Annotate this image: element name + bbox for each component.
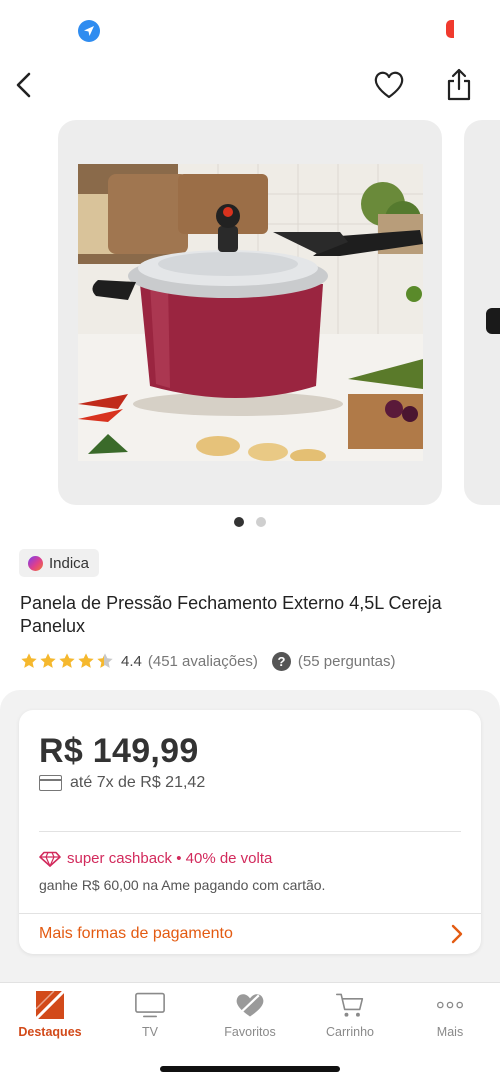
tab-label: Favoritos	[224, 1025, 276, 1039]
product-photo	[78, 164, 423, 461]
indica-icon	[28, 555, 43, 571]
more-payment-options-button[interactable]: Mais formas de pagamento	[19, 913, 481, 954]
product-photo-next	[486, 308, 500, 334]
rating-stars[interactable]	[20, 652, 114, 670]
top-nav-bar	[0, 60, 500, 110]
back-button[interactable]	[10, 68, 40, 102]
location-arrow-icon	[78, 20, 100, 42]
product-image-carousel[interactable]	[0, 120, 500, 510]
credit-card-icon	[39, 775, 62, 791]
status-bar	[0, 0, 500, 60]
tab-carrinho[interactable]: Carrinho	[300, 983, 400, 1053]
carousel-pagination	[0, 517, 500, 527]
installments-text: até 7x de R$ 21,42	[70, 774, 206, 791]
star-icon	[59, 653, 75, 668]
question-icon: ?	[271, 651, 291, 671]
tab-tv[interactable]: TV	[100, 983, 200, 1053]
tab-favoritos[interactable]: Favoritos	[200, 983, 300, 1053]
star-half-icon	[97, 653, 113, 668]
more-payment-label: Mais formas de pagamento	[39, 925, 233, 942]
cashback-row: super cashback • 40% de volta	[39, 850, 272, 867]
heart-outline-icon	[374, 71, 404, 99]
diamond-icon	[39, 851, 61, 867]
ame-cashback-detail: ganhe R$ 60,00 na Ame pagando com cartão…	[39, 877, 326, 893]
rating-row: 4.4 (451 avaliações) ? (55 perguntas)	[20, 650, 480, 672]
chevron-left-icon	[16, 72, 31, 98]
tab-destaques[interactable]: Destaques	[0, 983, 100, 1053]
cart-icon	[335, 993, 364, 1017]
tab-label: TV	[142, 1025, 158, 1039]
tab-mais[interactable]: Mais	[400, 983, 500, 1053]
battery-icon	[446, 20, 454, 38]
tv-icon	[135, 992, 165, 1018]
pagination-dot[interactable]	[256, 517, 266, 527]
favorite-button[interactable]	[372, 68, 406, 102]
chevron-right-icon	[451, 924, 463, 944]
indica-badge: Indica	[19, 549, 100, 577]
installments-row: até 7x de R$ 21,42	[39, 774, 205, 792]
cashback-text: super cashback • 40% de volta	[67, 850, 273, 867]
price-value: R$ 149,99	[39, 732, 199, 770]
tab-label: Destaques	[18, 1025, 82, 1039]
product-title: Panela de Pressão Fechamento Externo 4,5…	[20, 593, 442, 636]
highlights-icon	[35, 990, 65, 1020]
more-dots-icon	[436, 1001, 464, 1009]
star-icon	[78, 653, 94, 668]
tab-label: Mais	[436, 1025, 464, 1039]
star-icon	[21, 653, 37, 668]
reviews-link[interactable]: (451 avaliações)	[148, 653, 258, 670]
share-icon	[447, 68, 471, 101]
price-section: R$ 149,99 até 7x de R$ 21,42 super cashb…	[0, 690, 500, 982]
home-indicator[interactable]	[160, 1066, 340, 1072]
star-icon	[40, 653, 56, 668]
divider	[39, 831, 461, 832]
price-card: R$ 149,99 até 7x de R$ 21,42 super cashb…	[19, 710, 481, 954]
share-button[interactable]	[444, 66, 474, 104]
pagination-dot-active[interactable]	[234, 517, 244, 527]
heart-icon	[236, 994, 264, 1017]
badge-label: Indica	[49, 554, 90, 572]
tab-label: Carrinho	[326, 1025, 374, 1039]
carousel-slide-next[interactable]	[464, 120, 500, 505]
rating-value: 4.4	[121, 652, 142, 670]
questions-link[interactable]: (55 perguntas)	[298, 653, 396, 670]
carousel-slide[interactable]	[58, 120, 442, 505]
